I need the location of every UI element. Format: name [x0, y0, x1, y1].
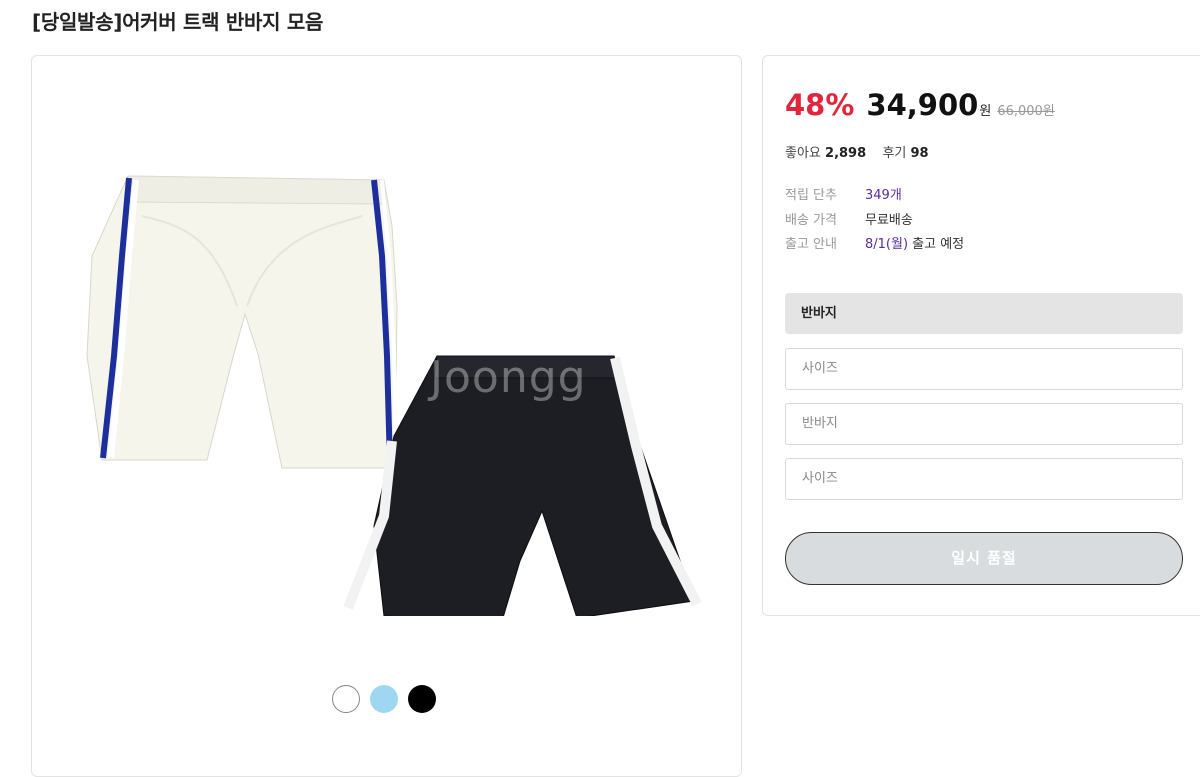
- color-swatches: [332, 685, 436, 713]
- likes-count: 2,898: [825, 146, 867, 161]
- product-stats: 좋아요 2,898 후기 98: [785, 142, 929, 161]
- points-label: 적립 단추: [785, 188, 837, 203]
- reviews-label: 후기: [882, 146, 907, 161]
- discount-rate: 48%: [785, 88, 855, 122]
- sale-price: 34,900: [866, 88, 979, 122]
- shipping-label: 배송 가격: [785, 212, 837, 228]
- price-row: 48% 34,900 원 66,000원: [785, 88, 1055, 122]
- release-date: 8/1(월): [865, 237, 909, 252]
- watermark-text: Joongg: [430, 352, 587, 403]
- size-select-1[interactable]: 사이즈: [785, 348, 1183, 390]
- release-suffix: 출고 예정: [908, 237, 965, 252]
- original-price: 66,000원: [997, 104, 1055, 119]
- option-header[interactable]: 반바지: [785, 293, 1183, 334]
- shorts-select[interactable]: 반바지: [785, 403, 1183, 445]
- product-image-card: Joongg: [31, 55, 742, 777]
- swatch-black[interactable]: [408, 685, 436, 713]
- swatch-sky-blue[interactable]: [370, 685, 398, 713]
- likes-label: 좋아요: [785, 146, 821, 161]
- currency-unit: 원: [979, 104, 992, 119]
- shipping-value: 무료배송: [865, 212, 913, 228]
- swatch-white[interactable]: [332, 685, 360, 713]
- release-label: 출고 안내: [785, 237, 837, 252]
- purchase-panel: 48% 34,900 원 66,000원 좋아요 2,898 후기 98 적립 …: [762, 55, 1200, 616]
- white-shorts-image: [86, 175, 398, 469]
- product-image: [86, 175, 702, 616]
- soldout-button[interactable]: 일시 품절: [785, 532, 1183, 585]
- product-title: [당일발송]어커버 트랙 반바지 모음: [32, 10, 324, 34]
- size-select-2[interactable]: 사이즈: [785, 458, 1183, 500]
- product-meta: 적립 단추 349개 배송 가격 무료배송 출고 안내 8/1(월) 출고 예정: [785, 184, 964, 258]
- reviews-count: 98: [910, 146, 929, 161]
- points-value: 349개: [865, 188, 902, 203]
